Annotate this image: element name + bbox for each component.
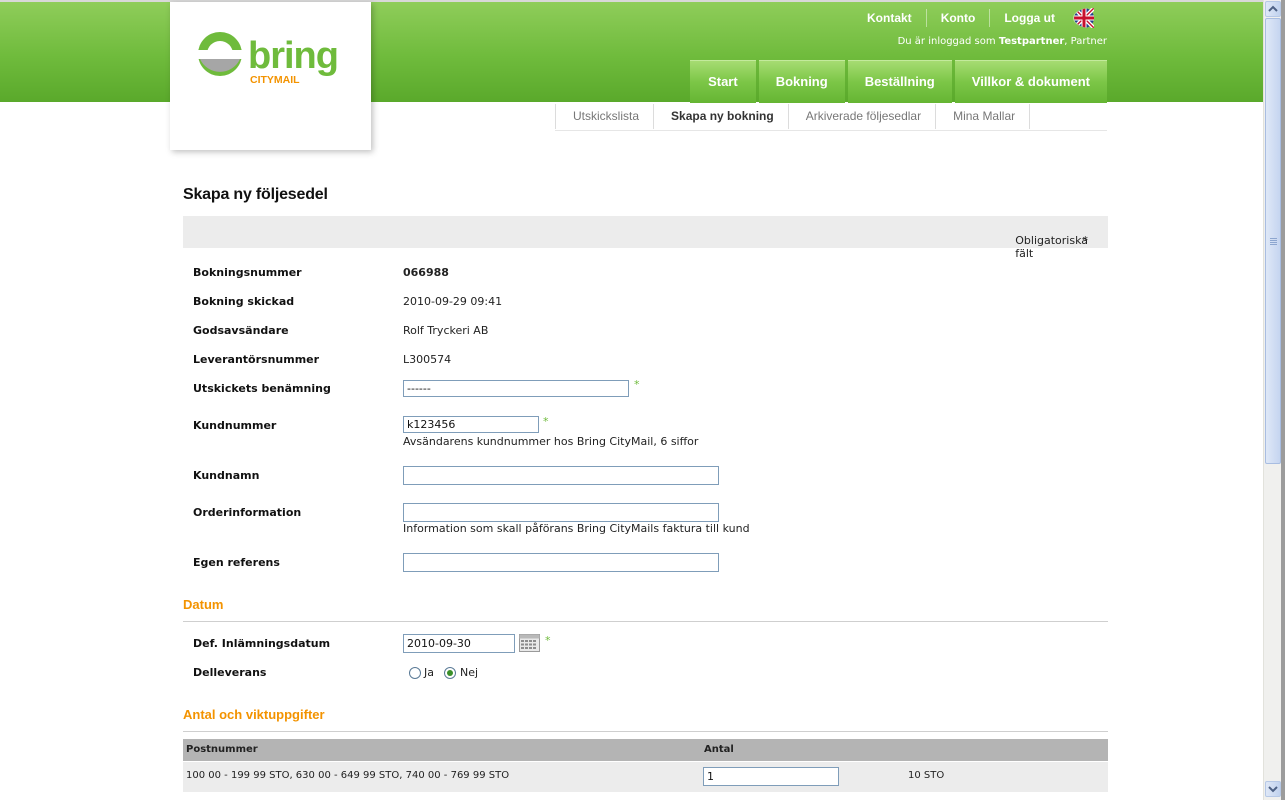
grip-line [1270, 244, 1277, 245]
partial-yes-label: Ja [424, 666, 434, 679]
partial-delivery-label: Delleverans [193, 666, 267, 679]
order-info-hint: Information som skall påförans Bring Cit… [403, 522, 750, 535]
logo-subtext: CITYMAIL [250, 74, 300, 86]
sub-nav: Utskickslista Skapa ny bokning Arkiverad… [555, 104, 1107, 131]
konto-link[interactable]: Konto [925, 9, 990, 27]
order-info-input[interactable] [403, 503, 719, 522]
logged-in-user: Testpartner [998, 36, 1065, 47]
nav-bokning[interactable]: Bokning [758, 60, 845, 103]
customer-number-label: Kundnummer [193, 419, 277, 432]
bring-logo-icon: bring CITYMAIL [198, 32, 339, 86]
customer-name-label: Kundnamn [193, 469, 260, 482]
kontakt-link[interactable]: Kontakt [853, 9, 926, 27]
mailing-name-input[interactable] [403, 380, 629, 397]
quantity-section-divider [183, 731, 1108, 732]
customer-number-required-star: * [543, 415, 549, 428]
nav-bestallning[interactable]: Beställning [847, 60, 952, 103]
logged-in-prefix: Du är inloggad som [897, 36, 996, 47]
arrow-down-icon [1268, 786, 1278, 793]
scroll-thumb[interactable] [1265, 18, 1281, 464]
window-edge [1281, 0, 1285, 800]
date-section-divider [183, 621, 1108, 622]
booking-sent-label: Bokning skickad [193, 295, 295, 308]
partial-no-label: Nej [460, 666, 479, 679]
required-fields-bar: * Obligatoriska fält [183, 216, 1108, 260]
grip-line [1270, 238, 1277, 239]
calendar-svg [519, 634, 540, 652]
top-links: Kontakt Konto Logga ut [853, 8, 1108, 28]
row-unit: 10 STO [908, 770, 945, 781]
own-reference-label: Egen referens [193, 556, 280, 569]
booking-sent-value: 2010-09-29 09:41 [403, 295, 503, 308]
column-postnummer: Postnummer [186, 744, 258, 755]
logo[interactable]: bring CITYMAIL [170, 2, 371, 150]
customer-number-hint: Avsändarens kundnummer hos Bring CityMai… [403, 435, 699, 448]
page-title: Skapa ny följesedel [183, 186, 328, 203]
date-section-title: Datum [183, 597, 224, 612]
scroll-down-button[interactable] [1265, 781, 1281, 797]
logo-text: bring [248, 35, 338, 77]
supplier-number-label: Leverantörsnummer [193, 353, 320, 366]
column-antal: Antal [704, 744, 734, 755]
quantity-table-header: Postnummer Antal [183, 739, 1108, 761]
subnav-mina-mallar[interactable]: Mina Mallar [935, 104, 1029, 129]
quantity-section-title: Antal och viktuppgifter [183, 707, 325, 722]
uk-flag-svg [1074, 8, 1096, 28]
sender-label: Godsavsändare [193, 324, 289, 337]
vertical-scrollbar[interactable] [1263, 0, 1282, 800]
logged-in-status: Du är inloggad som Testpartner, Partner [898, 36, 1107, 47]
required-note-text: Obligatoriska fält [1015, 234, 1088, 260]
sender-value: Rolf Tryckeri AB [403, 324, 489, 337]
delivery-date-label: Def. Inlämningsdatum [193, 637, 331, 650]
arrow-up-icon [1268, 5, 1278, 12]
partial-no-radio[interactable] [444, 667, 456, 679]
scroll-up-button[interactable] [1265, 1, 1281, 17]
own-reference-input[interactable] [403, 553, 719, 572]
mailing-name-required-star: * [634, 378, 640, 391]
table-row: 100 00 - 199 99 STO, 630 00 - 649 99 STO… [183, 762, 1108, 792]
nav-start[interactable]: Start [690, 60, 756, 103]
grip-line [1270, 240, 1277, 241]
customer-number-input[interactable] [403, 416, 539, 433]
grip-line [1270, 242, 1277, 243]
logged-in-role: , Partner [1064, 36, 1107, 47]
subnav-utskickslista[interactable]: Utskickslista [555, 104, 653, 129]
customer-name-input[interactable] [403, 466, 719, 485]
subnav-arkiverade[interactable]: Arkiverade följesedlar [787, 104, 935, 129]
supplier-number-value: L300574 [403, 353, 452, 366]
main-nav: Start Bokning Beställning Villkor & doku… [687, 60, 1107, 103]
calendar-icon[interactable] [519, 634, 540, 652]
booking-number-label: Bokningsnummer [193, 266, 302, 279]
logout-link[interactable]: Logga ut [989, 9, 1069, 27]
order-info-label: Orderinformation [193, 506, 302, 519]
row-antal-input[interactable] [703, 767, 839, 786]
delivery-date-input[interactable] [403, 634, 515, 653]
nav-villkor[interactable]: Villkor & dokument [954, 60, 1107, 103]
mailing-name-label: Utskickets benämning [193, 382, 331, 395]
subnav-divider [1029, 104, 1031, 129]
partial-yes-radio[interactable] [409, 667, 421, 679]
delivery-date-required-star: * [545, 634, 551, 647]
subnav-skapa-ny-bokning[interactable]: Skapa ny bokning [653, 104, 788, 129]
booking-number-value: 066988 [403, 266, 449, 279]
row-postnummer: 100 00 - 199 99 STO, 630 00 - 649 99 STO… [186, 770, 510, 781]
uk-flag-icon[interactable] [1073, 8, 1108, 28]
browser-viewport: bring CITYMAIL Kontakt Konto Logga ut Du… [0, 0, 1263, 800]
